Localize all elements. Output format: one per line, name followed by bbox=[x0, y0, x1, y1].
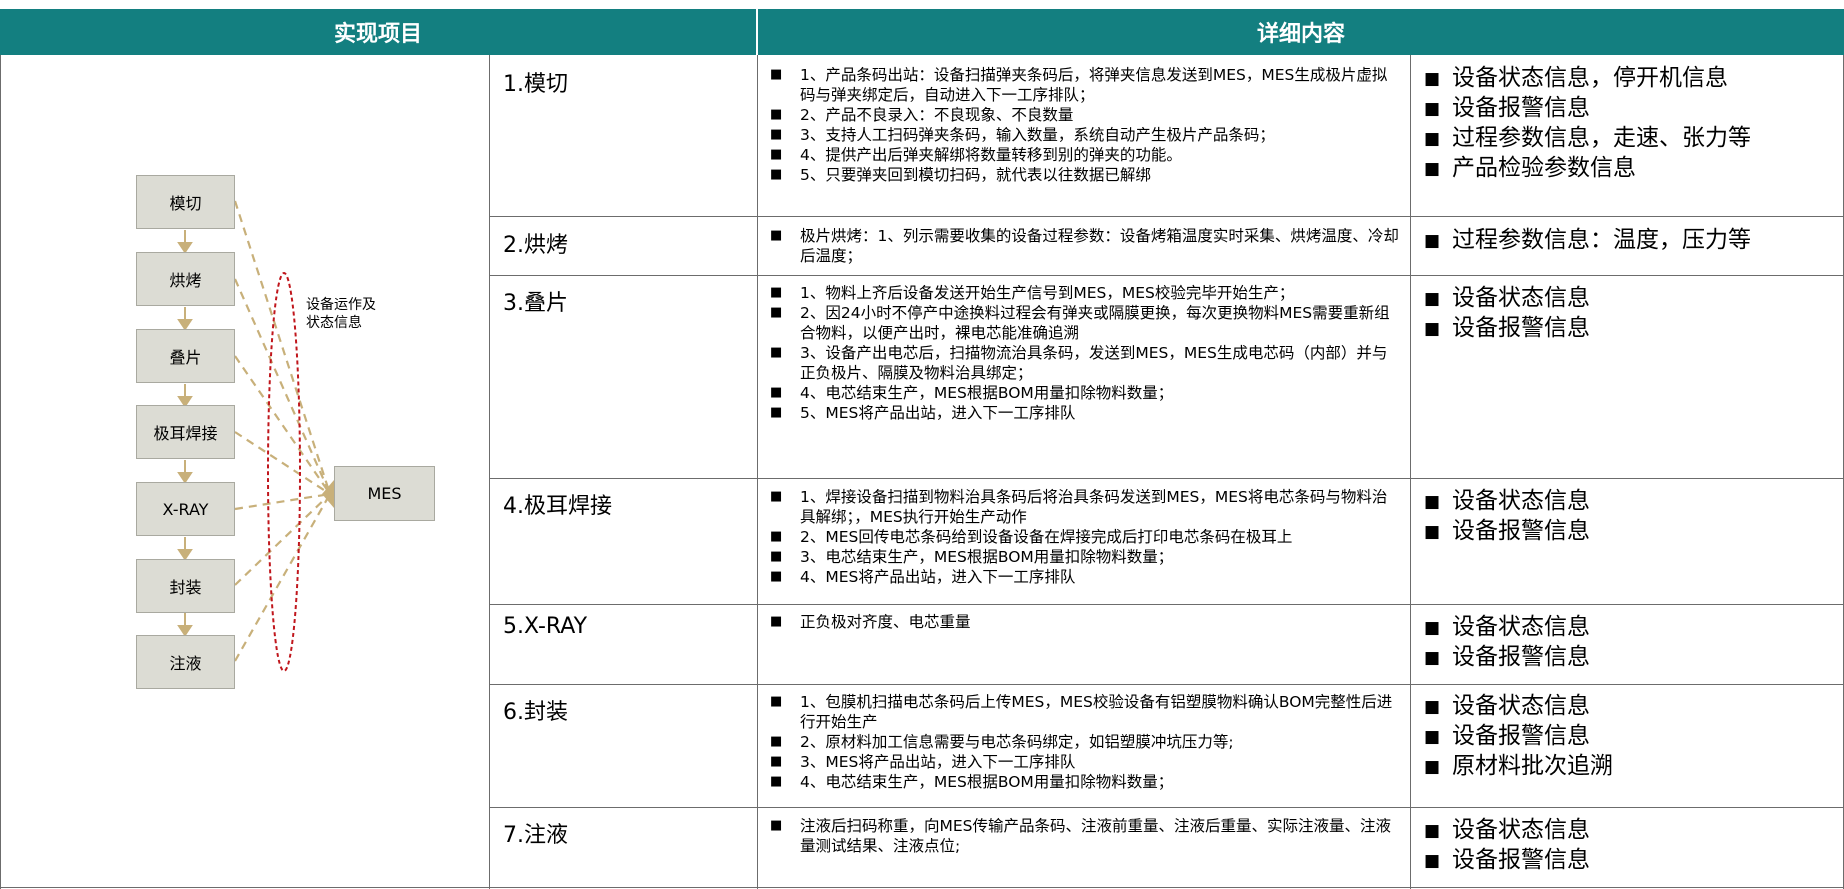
detail-item: 3、MES将产品出站，进入下一工序排队 bbox=[770, 752, 1402, 772]
detail-item: 4、MES将产品出站，进入下一工序排队 bbox=[770, 567, 1402, 587]
row-name-1: 1.模切 bbox=[503, 72, 568, 97]
row-divider-5 bbox=[489, 684, 1844, 685]
info-item: 过程参数信息：温度，压力等 bbox=[1424, 225, 1834, 256]
flow-step-模切: 模切 bbox=[136, 175, 235, 229]
flow-step-烘烤: 烘烤 bbox=[136, 252, 235, 306]
flow-step-封装: 封装 bbox=[136, 559, 235, 613]
flow-step-极耳焊接: 极耳焊接 bbox=[136, 405, 235, 459]
info-item: 设备状态信息，停开机信息 bbox=[1424, 63, 1834, 94]
detail-item: 1、产品条码出站：设备扫描弹夹条码后，将弹夹信息发送到MES，MES生成极片虚拟… bbox=[770, 65, 1402, 105]
info-item: 设备报警信息 bbox=[1424, 845, 1834, 876]
link-模切 bbox=[233, 200, 332, 495]
row-divider-2 bbox=[489, 275, 1844, 276]
info-item: 原材料批次追溯 bbox=[1424, 751, 1834, 782]
row-info-4: 设备状态信息 设备报警信息 bbox=[1424, 486, 1834, 547]
col-divider-2 bbox=[757, 55, 758, 889]
detail-item: 极片烘烤：1、列示需要收集的设备过程参数：设备烤箱温度实时采集、烘烤温度、冷却后… bbox=[770, 226, 1402, 266]
detail-item: 注液后扫码称重，向MES传输产品条码、注液前重量、注液后重量、实际注液量、注液量… bbox=[770, 816, 1402, 856]
link-注液 bbox=[234, 493, 331, 662]
row-details-6: 1、包膜机扫描电芯条码后上传MES，MES校验设备有铝塑膜物料确认BOM完整性后… bbox=[770, 692, 1402, 792]
info-item: 设备状态信息 bbox=[1424, 815, 1834, 846]
detail-item: 2、MES回传电芯条码给到设备设备在焊接完成后打印电芯条码在极耳上 bbox=[770, 527, 1402, 547]
info-item: 过程参数信息，走速、张力等 bbox=[1424, 123, 1834, 154]
mes-box: MES bbox=[334, 466, 435, 521]
row-name-2: 2.烘烤 bbox=[503, 233, 568, 258]
row-details-7: 注液后扫码称重，向MES传输产品条码、注液前重量、注液后重量、实际注液量、注液量… bbox=[770, 816, 1402, 856]
row-info-6: 设备状态信息 设备报警信息 原材料批次追溯 bbox=[1424, 691, 1834, 782]
row-info-5: 设备状态信息 设备报警信息 bbox=[1424, 612, 1834, 673]
dashed-links bbox=[233, 200, 332, 662]
info-item: 设备报警信息 bbox=[1424, 642, 1834, 673]
row-divider-6 bbox=[489, 807, 1844, 808]
flow-step-叠片: 叠片 bbox=[136, 329, 235, 383]
detail-item: 1、物料上齐后设备发送开始生产信号到MES，MES校验完毕开始生产； bbox=[770, 283, 1402, 303]
row-info-2: 过程参数信息：温度，压力等 bbox=[1424, 225, 1834, 256]
info-item: 产品检验参数信息 bbox=[1424, 153, 1834, 184]
info-item: 设备报警信息 bbox=[1424, 721, 1834, 752]
detail-item: 2、因24小时不停产中途换料过程会有弹夹或隔膜更换，每次更换物料MES需要重新组… bbox=[770, 303, 1402, 343]
row-name-3: 3.叠片 bbox=[503, 291, 568, 316]
row-name-7: 7.注液 bbox=[503, 823, 568, 848]
row-divider-1 bbox=[489, 216, 1844, 217]
row-details-1: 1、产品条码出站：设备扫描弹夹条码后，将弹夹信息发送到MES，MES生成极片虚拟… bbox=[770, 65, 1402, 185]
info-item: 设备报警信息 bbox=[1424, 93, 1834, 124]
info-item: 设备状态信息 bbox=[1424, 691, 1834, 722]
row-info-3: 设备状态信息 设备报警信息 bbox=[1424, 283, 1834, 344]
detail-item: 正负极对齐度、电芯重量 bbox=[770, 612, 1402, 632]
detail-item: 5、只要弹夹回到模切扫码，就代表以往数据已解绑 bbox=[770, 165, 1402, 185]
detail-item: 4、电芯结束生产，MES根据BOM用量扣除物料数量； bbox=[770, 772, 1402, 792]
info-item: 设备报警信息 bbox=[1424, 516, 1834, 547]
detail-item: 1、包膜机扫描电芯条码后上传MES，MES校验设备有铝塑膜物料确认BOM完整性后… bbox=[770, 692, 1402, 732]
detail-item: 5、MES将产品出站，进入下一工序排队 bbox=[770, 403, 1402, 423]
row-name-4: 4.极耳焊接 bbox=[503, 494, 612, 519]
info-item: 设备状态信息 bbox=[1424, 612, 1834, 643]
header-detail: 详细内容 bbox=[758, 9, 1844, 55]
row-details-2: 极片烘烤：1、列示需要收集的设备过程参数：设备烤箱温度实时采集、烘烤温度、冷却后… bbox=[770, 226, 1402, 266]
row-details-3: 1、物料上齐后设备发送开始生产信号到MES，MES校验完毕开始生产； 2、因24… bbox=[770, 283, 1402, 423]
flow-step-x-ray: X-RAY bbox=[136, 482, 235, 536]
detail-item: 3、支持人工扫码弹夹条码，输入数量，系统自动产生极片产品条码； bbox=[770, 125, 1402, 145]
detail-item: 4、提供产出后弹夹解绑将数量转移到别的弹夹的功能。 bbox=[770, 145, 1402, 165]
detail-item: 2、原材料加工信息需要与电芯条码绑定，如铝塑膜冲坑压力等; bbox=[770, 732, 1402, 752]
detail-item: 2、产品不良录入：不良现象、不良数量 bbox=[770, 105, 1402, 125]
row-name-5: 5.X-RAY bbox=[503, 614, 588, 639]
row-info-7: 设备状态信息 设备报警信息 bbox=[1424, 815, 1834, 876]
detail-item: 4、电芯结束生产，MES根据BOM用量扣除物料数量； bbox=[770, 383, 1402, 403]
row-info-1: 设备状态信息，停开机信息 设备报警信息 过程参数信息，走速、张力等 产品检验参数… bbox=[1424, 63, 1834, 184]
row-divider-4 bbox=[489, 604, 1844, 605]
info-item: 设备状态信息 bbox=[1424, 486, 1834, 517]
row-name-6: 6.封装 bbox=[503, 700, 568, 725]
row-details-4: 1、焊接设备扫描到物料治具条码后将治具条码发送到MES，MES将电芯条码与物料治… bbox=[770, 487, 1402, 587]
row-details-5: 正负极对齐度、电芯重量 bbox=[770, 612, 1402, 632]
col-divider-3 bbox=[1410, 55, 1411, 889]
detail-item: 3、电芯结束生产，MES根据BOM用量扣除物料数量； bbox=[770, 547, 1402, 567]
flow-connectors bbox=[177, 200, 334, 672]
detail-item: 3、设备产出电芯后，扫描物流治具条码，发送到MES，MES生成电芯码（内部）并与… bbox=[770, 343, 1402, 383]
flow-note: 设备运作及 状态信息 bbox=[306, 297, 376, 331]
row-divider-3 bbox=[489, 478, 1844, 479]
flow-step-注液: 注液 bbox=[136, 635, 235, 689]
link-叠片 bbox=[234, 355, 331, 495]
info-item: 设备报警信息 bbox=[1424, 313, 1834, 344]
info-item: 设备状态信息 bbox=[1424, 283, 1834, 314]
detail-item: 1、焊接设备扫描到物料治具条码后将治具条码发送到MES，MES将电芯条码与物料治… bbox=[770, 487, 1402, 527]
